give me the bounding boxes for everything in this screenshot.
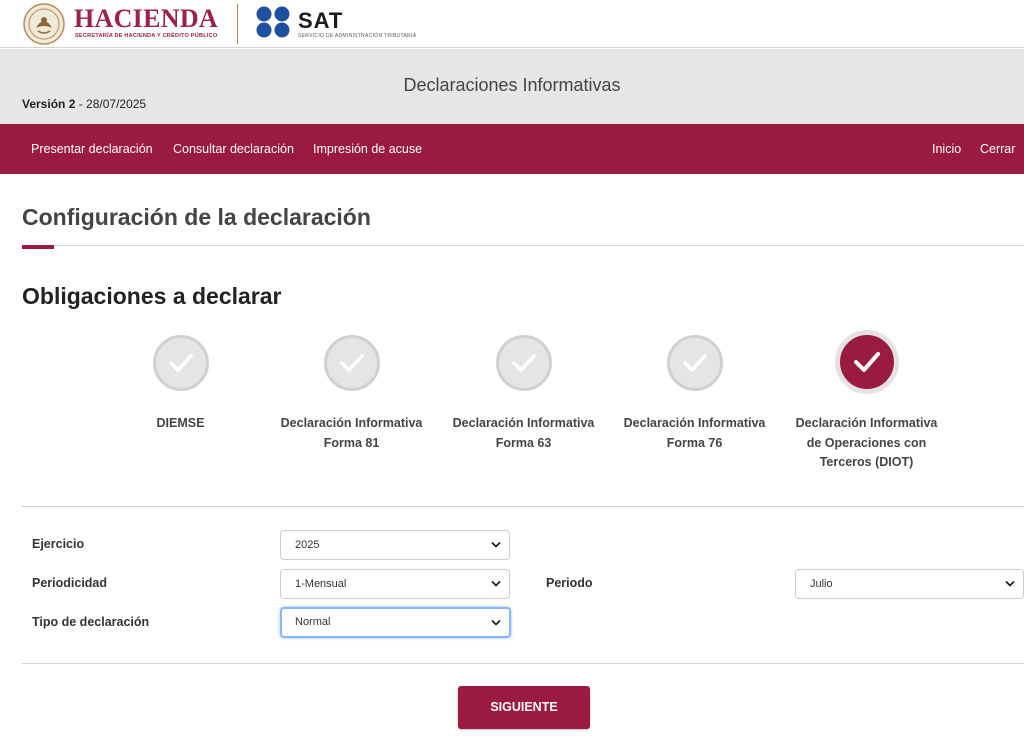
obligation-label-line: Terceros (DIOT) [819, 455, 914, 469]
obligation-label-line: Forma 63 [495, 435, 552, 450]
obligation-label: Declaración Informativa de Operaciones c… [781, 414, 952, 473]
chevron-down-icon [491, 541, 501, 548]
nav-impresion-acuse[interactable]: Impresión de acuse [313, 124, 422, 174]
obligation-label: DIEMSE [95, 414, 266, 434]
hacienda-logo-text: HACIENDA [74, 4, 218, 33]
version-date: - 28/07/2025 [78, 97, 147, 111]
obligations-list: DIEMSE Declaración Informativa Forma 81 … [95, 328, 952, 478]
tipo-declaracion-label: Tipo de declaración [32, 615, 150, 629]
top-header: HACIENDA SECRETARÍA DE HACIENDA Y CRÉDIT… [0, 0, 1024, 48]
version-label: Versión 2 [22, 97, 76, 111]
obligation-label: Declaración Informativa Forma 76 [609, 414, 780, 453]
chevron-down-icon [1005, 580, 1015, 587]
check-selected-icon[interactable] [835, 330, 899, 394]
periodicidad-value: 1-Mensual [295, 578, 347, 590]
periodicidad-select[interactable]: 1-Mensual [280, 569, 510, 599]
tipo-declaracion-value: Normal [295, 616, 331, 628]
periodo-label: Periodo [546, 576, 593, 590]
obligation-label-line: de Operaciones con [806, 435, 927, 450]
chevron-down-icon [491, 580, 501, 587]
hacienda-subtitle: SECRETARÍA DE HACIENDA Y CRÉDITO PÚBLICO [75, 33, 218, 39]
periodo-select[interactable]: Julio [795, 569, 1024, 599]
ejercicio-label: Ejercicio [32, 537, 85, 551]
form-divider [22, 663, 1024, 664]
nav-cerrar[interactable]: Cerrar [980, 124, 1015, 174]
obligation-label-line: Forma 76 [666, 435, 723, 450]
check-icon[interactable] [496, 335, 552, 391]
nav-inicio[interactable]: Inicio [932, 124, 961, 174]
periodicidad-label: Periodicidad [32, 576, 108, 590]
obligation-label-line: Declaración Informativa [280, 416, 423, 430]
obligation-label-line: Declaración Informativa [795, 416, 938, 430]
ejercicio-value: 2025 [295, 539, 320, 551]
version-info: Versión 2 - 28/07/2025 [22, 97, 146, 111]
siguiente-button[interactable]: SIGUIENTE [458, 686, 590, 729]
check-icon[interactable] [153, 335, 209, 391]
title-divider [22, 245, 1024, 246]
title-accent [22, 245, 54, 249]
nav-consultar-declaracion[interactable]: Consultar declaración [173, 124, 294, 174]
tipo-declaracion-select[interactable]: Normal [280, 607, 511, 638]
obligation-label: Declaración Informativa Forma 63 [438, 414, 609, 453]
app-title: Declaraciones Informativas [403, 75, 621, 95]
sat-logo-text: SAT [298, 8, 344, 33]
ejercicio-select[interactable]: 2025 [280, 530, 510, 560]
obligation-label: Declaración Informativa Forma 81 [266, 414, 437, 453]
obligation-label-line: Declaración Informativa [623, 416, 766, 430]
check-icon[interactable] [324, 335, 380, 391]
obligations-divider [22, 506, 1024, 507]
header-divider [237, 4, 238, 44]
nav-presentar-declaracion[interactable]: Presentar declaración [31, 124, 153, 174]
check-icon[interactable] [667, 335, 723, 391]
periodo-value: Julio [810, 578, 833, 590]
sat-logo-icon [256, 6, 290, 38]
coat-of-arms-icon [23, 3, 65, 45]
obligations-title: Obligaciones a declarar [22, 283, 282, 309]
obligation-label-line: Forma 81 [323, 435, 380, 450]
chevron-down-icon [491, 619, 501, 626]
obligation-label-line: Declaración Informativa [452, 416, 595, 430]
main-navbar: Presentar declaración Consultar declarac… [0, 124, 1024, 174]
obligation-label-line: DIEMSE [156, 416, 205, 430]
sat-subtitle: SERVICIO DE ADMINISTRACIÓN TRIBUTARIA [298, 33, 417, 39]
page-title: Configuración de la declaración [22, 204, 371, 230]
